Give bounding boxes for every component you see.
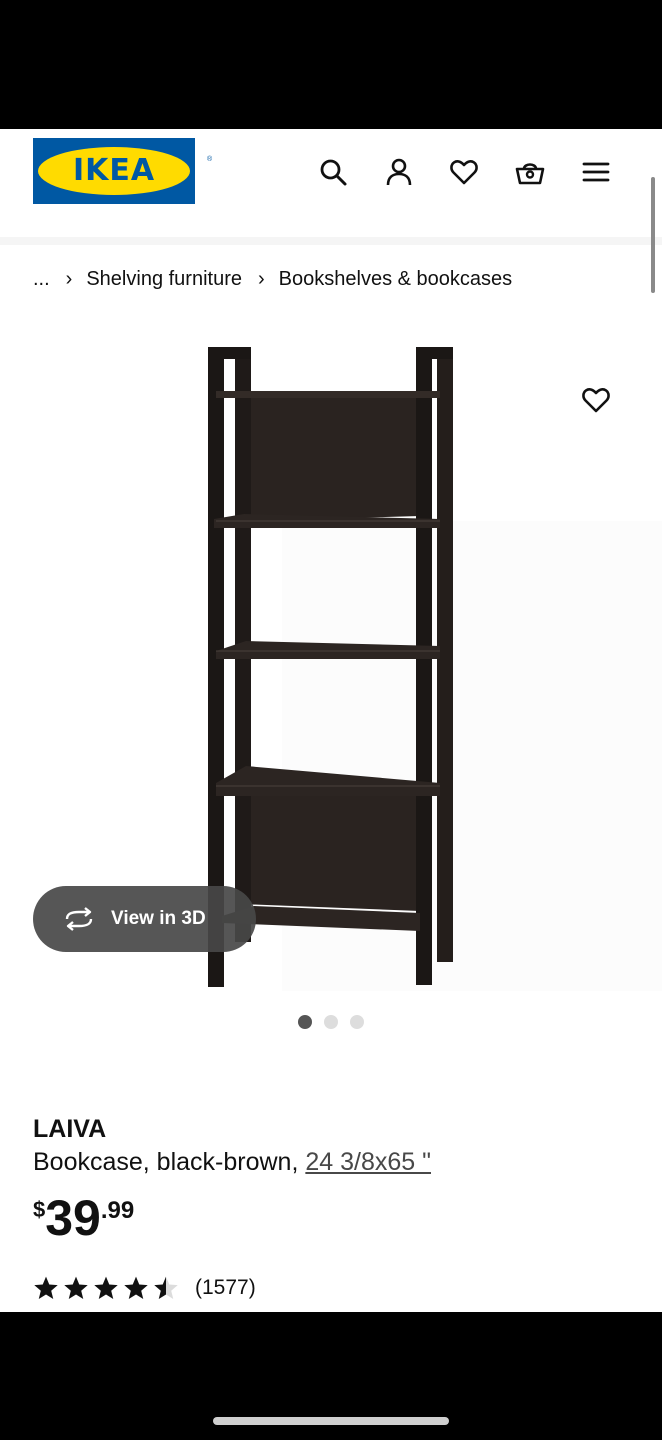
- heart-icon[interactable]: [447, 155, 481, 189]
- star-full-icon: [64, 1276, 88, 1300]
- product-description: Bookcase, black-brown, 24 3/8x65 ": [33, 1148, 431, 1177]
- breadcrumb-bookshelves[interactable]: Bookshelves & bookcases: [279, 268, 512, 291]
- scrollbar[interactable]: [651, 177, 655, 293]
- breadcrumb-ellipsis[interactable]: ...: [33, 268, 50, 291]
- star-half-icon: [154, 1276, 178, 1300]
- favorite-button[interactable]: [577, 381, 615, 419]
- breadcrumb-separator: ›: [258, 268, 265, 290]
- header-divider: [0, 237, 662, 245]
- price-integer: 39: [45, 1190, 101, 1246]
- product-description-text: Bookcase, black-brown,: [33, 1148, 299, 1176]
- product-rating[interactable]: (1577): [33, 1274, 256, 1302]
- gallery-dot-3[interactable]: [350, 1015, 364, 1029]
- price-decimal: .99: [100, 1197, 135, 1224]
- breadcrumb-shelving-furniture[interactable]: Shelving furniture: [86, 268, 242, 291]
- heart-icon: [582, 388, 610, 413]
- view-in-3d-label: View in 3D: [111, 908, 206, 929]
- breadcrumb-separator: ›: [65, 268, 73, 290]
- rating-count: (1577): [195, 1276, 256, 1299]
- star-full-icon: [94, 1276, 118, 1300]
- gallery-dot-1[interactable]: [298, 1015, 312, 1029]
- basket-icon[interactable]: [513, 155, 547, 189]
- product-price: $ 39 .99: [33, 1191, 134, 1245]
- gallery-dot-2[interactable]: [324, 1015, 338, 1029]
- header: IKEA ®: [0, 129, 662, 237]
- user-icon[interactable]: [382, 155, 416, 189]
- gallery-dots: [298, 1015, 364, 1029]
- rotate-3d-icon: [65, 907, 93, 931]
- star-full-icon: [34, 1276, 58, 1300]
- screen: IKEA ® ... › Shelving furniture › Booksh…: [0, 129, 662, 1312]
- star-full-icon: [124, 1276, 148, 1300]
- breadcrumb: ... › Shelving furniture › Bookshelves &…: [33, 264, 512, 294]
- product-dimensions-link[interactable]: 24 3/8x65 ": [305, 1148, 431, 1176]
- menu-icon[interactable]: [579, 155, 613, 189]
- header-icons: [0, 155, 662, 189]
- status-bar: [0, 0, 662, 129]
- product-name: LAIVA: [33, 1115, 107, 1143]
- view-in-3d-button[interactable]: View in 3D: [33, 886, 256, 952]
- home-indicator[interactable]: [213, 1417, 449, 1425]
- price-currency: $: [33, 1197, 46, 1222]
- search-icon[interactable]: [316, 155, 350, 189]
